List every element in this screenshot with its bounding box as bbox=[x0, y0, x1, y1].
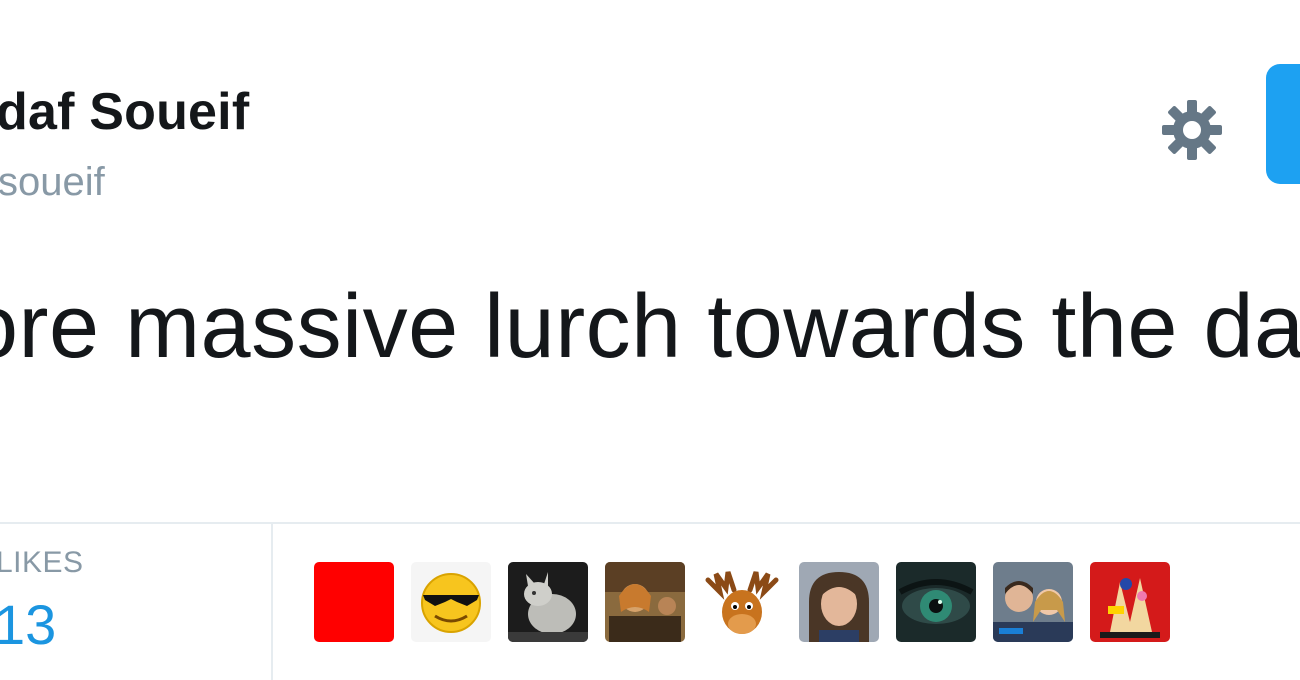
gear-icon[interactable] bbox=[1158, 96, 1226, 164]
liker-avatar-3[interactable] bbox=[508, 562, 588, 642]
tweet-text: ore massive lurch towards the da bbox=[0, 277, 1300, 377]
liker-avatar-1[interactable] bbox=[314, 562, 394, 642]
author-display-name[interactable]: daf Soueif bbox=[0, 82, 249, 142]
liker-avatar-4[interactable] bbox=[605, 562, 685, 642]
liker-avatar-9[interactable] bbox=[1090, 562, 1170, 642]
stats-separator bbox=[271, 524, 273, 680]
liker-avatar-8[interactable] bbox=[993, 562, 1073, 642]
author-handle[interactable]: soueif bbox=[0, 160, 105, 205]
stats-divider bbox=[0, 522, 1300, 524]
liker-avatar-5[interactable] bbox=[702, 562, 782, 642]
liker-avatar-6[interactable] bbox=[799, 562, 879, 642]
liker-avatar-2[interactable] bbox=[411, 562, 491, 642]
likes-count[interactable]: 13 bbox=[0, 592, 56, 657]
follow-button[interactable] bbox=[1266, 64, 1300, 184]
tweet-card: daf Soueif soueif ore massive lurch towa… bbox=[0, 0, 1300, 680]
likes-label: LIKES bbox=[0, 546, 84, 579]
liker-avatar-7[interactable] bbox=[896, 562, 976, 642]
liker-avatars bbox=[314, 562, 1170, 644]
